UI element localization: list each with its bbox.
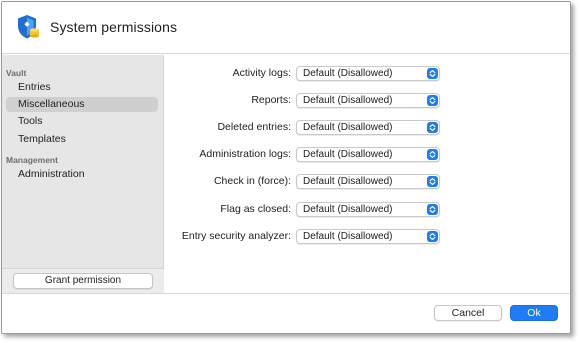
sidebar-item-administration[interactable]: Administration: [6, 167, 158, 182]
sidebar-section-vault: Vault: [6, 68, 27, 78]
permission-row: Entry security analyzer: Default (Disall…: [165, 229, 570, 245]
permission-row: Deleted entries: Default (Disallowed): [165, 120, 570, 136]
grant-permission-button[interactable]: Grant permission: [13, 273, 153, 289]
sidebar-item-templates[interactable]: Templates: [6, 132, 158, 147]
sidebar-item-miscellaneous[interactable]: Miscellaneous: [6, 97, 158, 112]
chevron-up-down-icon: [427, 95, 438, 106]
ok-button[interactable]: Ok: [510, 305, 558, 321]
shield-database-icon: [18, 15, 39, 39]
entry-security-analyzer-select[interactable]: Default (Disallowed): [296, 229, 440, 244]
permission-row: Reports: Default (Disallowed): [165, 93, 570, 109]
select-value: Default (Disallowed): [303, 176, 393, 187]
select-value: Default (Disallowed): [303, 204, 393, 215]
dialog-header: System permissions: [2, 2, 570, 54]
sidebar: Vault Entries Miscellaneous Tools Templa…: [2, 55, 164, 293]
sidebar-item-tools[interactable]: Tools: [6, 114, 158, 129]
permission-row: Administration logs: Default (Disallowed…: [165, 147, 570, 163]
flag-as-closed-select[interactable]: Default (Disallowed): [296, 202, 440, 217]
chevron-up-down-icon: [427, 204, 438, 215]
check-in-force-select[interactable]: Default (Disallowed): [296, 174, 440, 189]
deleted-entries-select[interactable]: Default (Disallowed): [296, 120, 440, 135]
dialog-title: System permissions: [50, 19, 178, 35]
sidebar-footer: Grant permission: [2, 268, 164, 293]
sidebar-item-entries[interactable]: Entries: [6, 80, 158, 95]
permissions-dialog: System permissions Vault Entries Miscell…: [1, 1, 571, 334]
permission-label: Reports:: [251, 94, 291, 106]
permission-label: Activity logs:: [232, 67, 291, 79]
chevron-up-down-icon: [427, 149, 438, 160]
chevron-up-down-icon: [427, 122, 438, 133]
cancel-button[interactable]: Cancel: [434, 305, 502, 321]
select-value: Default (Disallowed): [303, 68, 393, 79]
select-value: Default (Disallowed): [303, 231, 393, 242]
permission-label: Entry security analyzer:: [181, 230, 291, 242]
permission-label: Flag as closed:: [220, 203, 291, 215]
permission-label: Check in (force):: [213, 175, 291, 187]
permission-label: Administration logs:: [199, 148, 291, 160]
permission-row: Check in (force): Default (Disallowed): [165, 174, 570, 190]
select-value: Default (Disallowed): [303, 149, 393, 160]
permission-row: Flag as closed: Default (Disallowed): [165, 202, 570, 218]
administration-logs-select[interactable]: Default (Disallowed): [296, 147, 440, 162]
permission-row: Activity logs: Default (Disallowed): [165, 66, 570, 82]
activity-logs-select[interactable]: Default (Disallowed): [296, 66, 440, 81]
dialog-footer: Cancel Ok: [2, 293, 570, 333]
permission-label: Deleted entries:: [217, 121, 291, 133]
chevron-up-down-icon: [427, 68, 438, 79]
select-value: Default (Disallowed): [303, 95, 393, 106]
reports-select[interactable]: Default (Disallowed): [296, 93, 440, 108]
permissions-panel: Activity logs: Default (Disallowed) Repo…: [165, 55, 570, 293]
chevron-up-down-icon: [427, 176, 438, 187]
chevron-up-down-icon: [427, 231, 438, 242]
select-value: Default (Disallowed): [303, 122, 393, 133]
sidebar-section-management: Management: [6, 155, 58, 165]
